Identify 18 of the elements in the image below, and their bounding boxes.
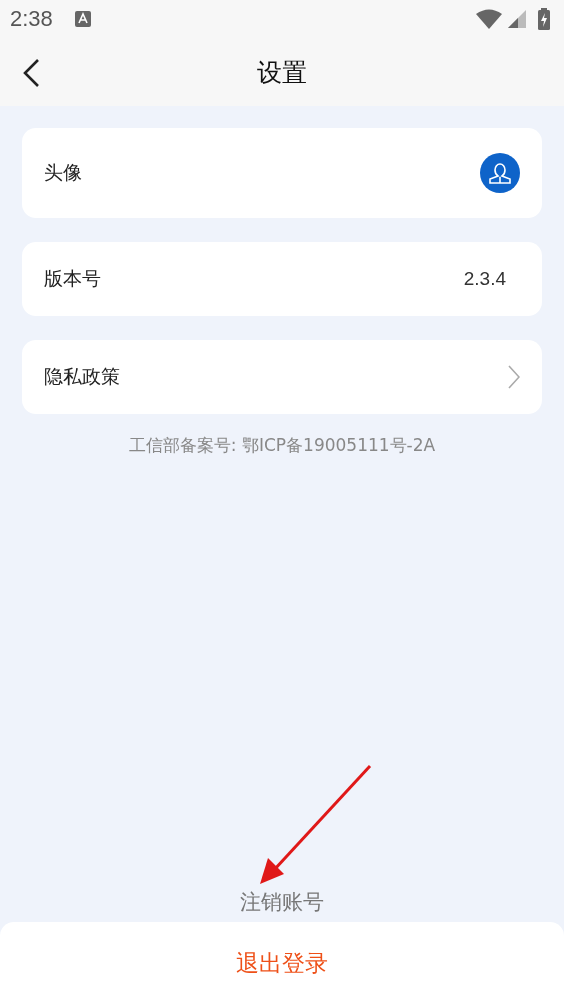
settings-row[interactable]: 头像 — [22, 128, 542, 218]
avatar-icon — [480, 153, 520, 193]
row-label: 隐私政策 — [44, 364, 120, 389]
settings-row[interactable]: 隐私政策 — [22, 340, 542, 414]
wifi-icon — [476, 9, 502, 29]
keyboard-notification-icon — [74, 11, 91, 27]
version-value: 2.3.4 — [463, 268, 506, 290]
row-label: 头像 — [44, 160, 82, 185]
page-title: 设置 — [257, 56, 307, 89]
status-time: 2:38 — [10, 6, 53, 32]
icp-note: 工信部备案号: 鄂ICP备19005111号-2A — [128, 434, 436, 457]
signal-icon — [508, 10, 526, 28]
settings-row[interactable]: 版本号 2.3.4 — [22, 242, 542, 316]
battery-icon — [538, 8, 550, 30]
row-label: 版本号 — [44, 267, 101, 291]
chevron-right-icon — [508, 365, 520, 389]
logout-button[interactable]: 退出登录 — [0, 922, 564, 1004]
cancel-account-link[interactable]: 注销账号 — [240, 888, 324, 916]
